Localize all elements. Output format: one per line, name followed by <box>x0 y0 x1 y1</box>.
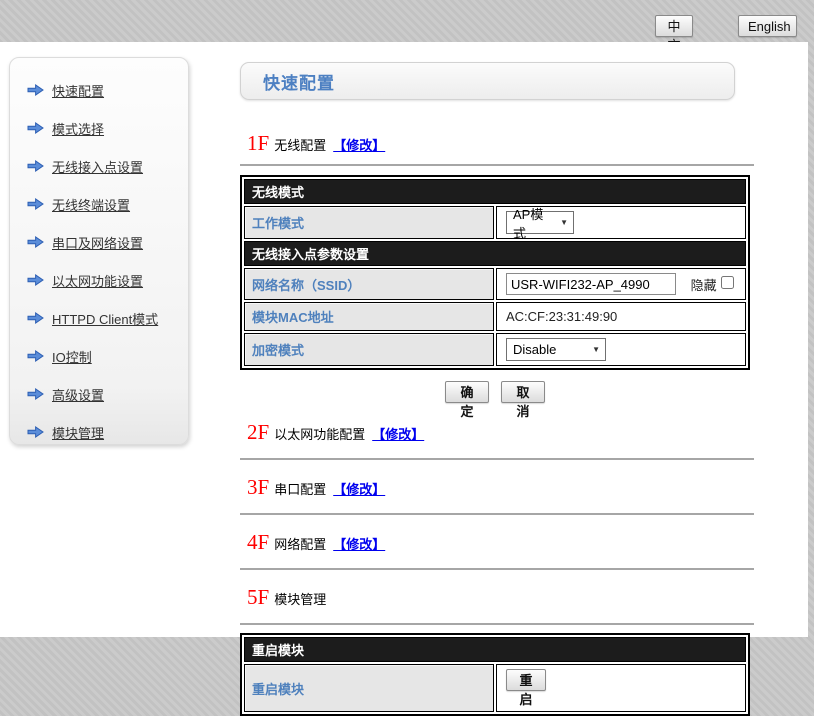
reboot-module-header: 重启模块 <box>244 637 746 662</box>
hide-ssid-checkbox[interactable] <box>721 276 734 289</box>
modify-serial-link[interactable]: 【修改】 <box>333 479 385 498</box>
sidebar-item-label: 快速配置 <box>52 81 104 100</box>
encryption-mode-label: 加密模式 <box>244 333 494 366</box>
sidebar-item-wireless-ap-settings[interactable]: 无线接入点设置 <box>10 147 188 185</box>
sidebar-item-advanced-settings[interactable]: 高级设置 <box>10 375 188 413</box>
section-4f-heading: 4F 网络配置 【修改】 <box>247 532 754 556</box>
reboot-button[interactable]: 重启 <box>506 669 546 691</box>
right-arrow-icon <box>27 350 44 362</box>
top-language-bar: 中文 English <box>0 0 814 42</box>
section-divider <box>240 513 754 515</box>
reboot-module-label: 重启模块 <box>244 664 494 712</box>
sidebar-item-label: 串口及网络设置 <box>52 233 143 252</box>
sidebar-item-wireless-sta-settings[interactable]: 无线终端设置 <box>10 185 188 223</box>
section-title: 模块管理 <box>274 589 326 608</box>
modify-network-link[interactable]: 【修改】 <box>333 534 385 553</box>
ssid-input[interactable] <box>506 273 676 295</box>
sidebar-item-label: 高级设置 <box>52 385 104 404</box>
section-title: 无线配置 <box>274 135 326 154</box>
sidebar-item-httpd-client-mode[interactable]: HTTPD Client模式 <box>10 299 188 337</box>
wireless-config-table: 无线模式 工作模式 AP模式 ▼ 无线接入点参数设置 网络名称（SSID） 隐藏 <box>240 175 750 370</box>
sidebar-item-label: HTTPD Client模式 <box>52 309 158 328</box>
section-title: 串口配置 <box>274 479 326 498</box>
sidebar-item-mode-select[interactable]: 模式选择 <box>10 109 188 147</box>
right-arrow-icon <box>27 312 44 324</box>
sidebar-item-io-control[interactable]: IO控制 <box>10 337 188 375</box>
section-title: 网络配置 <box>274 534 326 553</box>
sidebar-item-label: 模块管理 <box>52 423 104 442</box>
section-divider <box>240 458 754 460</box>
sidebar-item-label: 无线接入点设置 <box>52 157 143 176</box>
ap-params-header: 无线接入点参数设置 <box>244 241 746 266</box>
sidebar-item-serial-network-settings[interactable]: 串口及网络设置 <box>10 223 188 261</box>
right-arrow-icon <box>27 84 44 96</box>
section-number: 2F <box>247 422 269 443</box>
mac-address-label: 模块MAC地址 <box>244 302 494 331</box>
reboot-module-table: 重启模块 重启模块 重启 <box>240 633 750 716</box>
sidebar-item-module-management[interactable]: 模块管理 <box>10 413 188 451</box>
right-arrow-icon <box>27 236 44 248</box>
chevron-down-icon: ▼ <box>560 218 568 227</box>
right-arrow-icon <box>27 160 44 172</box>
encryption-mode-value: Disable <box>513 342 556 357</box>
form-buttons: 确定 取消 <box>240 381 750 405</box>
section-number: 1F <box>247 133 269 154</box>
hide-ssid-label: 隐藏 <box>691 278 717 293</box>
sidebar-item-label: 以太网功能设置 <box>52 271 143 290</box>
section-divider <box>240 164 754 166</box>
section-number: 5F <box>247 587 269 608</box>
chinese-language-button[interactable]: 中文 <box>655 15 693 37</box>
sidebar-nav: 快速配置 模式选择 无线接入点设置 无线终端设置 串口及网络设置 以太网功能设置… <box>9 57 189 445</box>
content-area: 快速配置 模式选择 无线接入点设置 无线终端设置 串口及网络设置 以太网功能设置… <box>0 42 808 637</box>
cancel-button[interactable]: 取消 <box>501 381 545 403</box>
modify-ethernet-link[interactable]: 【修改】 <box>372 424 424 443</box>
right-arrow-icon <box>27 198 44 210</box>
section-title: 以太网功能配置 <box>274 424 365 443</box>
right-arrow-icon <box>27 274 44 286</box>
work-mode-label: 工作模式 <box>244 206 494 239</box>
sidebar-item-ethernet-function[interactable]: 以太网功能设置 <box>10 261 188 299</box>
section-2f-heading: 2F 以太网功能配置 【修改】 <box>247 422 754 446</box>
sidebar-item-label: 无线终端设置 <box>52 195 130 214</box>
page-title: 快速配置 <box>241 69 335 94</box>
section-divider <box>240 568 754 570</box>
modify-wireless-link[interactable]: 【修改】 <box>333 135 385 154</box>
ok-button[interactable]: 确定 <box>445 381 489 403</box>
section-1f-heading: 1F 无线配置 【修改】 <box>247 133 754 157</box>
work-mode-value: AP模式 <box>513 204 552 242</box>
sidebar-item-label: IO控制 <box>52 347 92 366</box>
page-title-box: 快速配置 <box>240 62 735 100</box>
section-3f-heading: 3F 串口配置 【修改】 <box>247 477 754 501</box>
chevron-down-icon: ▼ <box>592 345 600 354</box>
right-arrow-icon <box>27 426 44 438</box>
section-number: 4F <box>247 532 269 553</box>
right-arrow-icon <box>27 388 44 400</box>
wireless-mode-header: 无线模式 <box>244 179 746 204</box>
ssid-label: 网络名称（SSID） <box>244 268 494 300</box>
work-mode-select[interactable]: AP模式 ▼ <box>506 211 574 234</box>
sidebar-item-quick-config[interactable]: 快速配置 <box>10 71 188 109</box>
main-content: 快速配置 1F 无线配置 【修改】 无线模式 工作模式 AP模式 ▼ 无线接入点… <box>240 42 754 716</box>
section-divider <box>240 623 754 625</box>
encryption-mode-select[interactable]: Disable ▼ <box>506 338 606 361</box>
right-arrow-icon <box>27 122 44 134</box>
english-language-button[interactable]: English <box>738 15 797 37</box>
section-number: 3F <box>247 477 269 498</box>
section-5f-heading: 5F 模块管理 <box>247 587 754 611</box>
mac-address-value: AC:CF:23:31:49:90 <box>496 302 746 331</box>
sidebar-item-label: 模式选择 <box>52 119 104 138</box>
